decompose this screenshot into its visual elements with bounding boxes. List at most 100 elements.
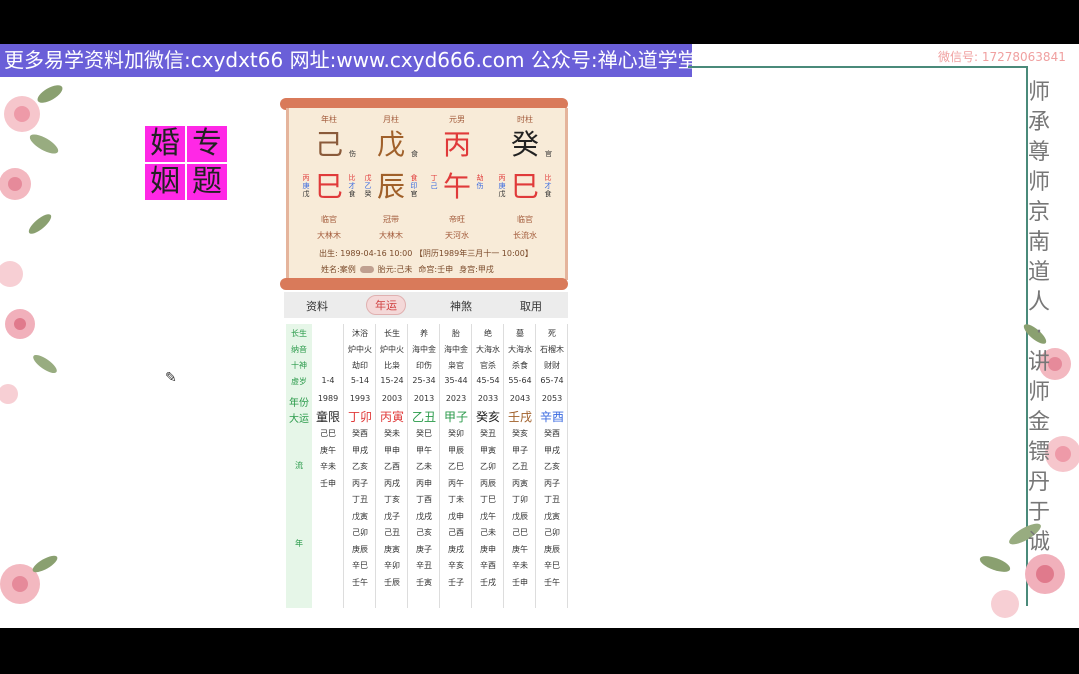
liunian-cell: 甲申 xyxy=(384,445,400,455)
table-cell: 石榴木 xyxy=(540,345,564,354)
hidden-ten-gods: 食印官 xyxy=(409,174,419,198)
table-cell: 炉中火 xyxy=(380,345,404,354)
hidden-ten-god: 食 xyxy=(544,190,552,198)
liunian-cell: 丁丑 xyxy=(544,495,560,504)
hidden-ten-god: 印 xyxy=(410,182,418,190)
age-cell: 55-64 xyxy=(508,376,532,385)
minggong-label: 命宫: xyxy=(418,265,438,274)
hidden-stem: 戊 xyxy=(302,190,310,198)
bazi-chart-paper: 年柱 月柱 元男 时柱己戊丙癸伤食官巳辰午巳丙庚戊戊乙癸丁己丙庚戊比才食食印官劫伤比才… xyxy=(286,108,568,280)
vertical-char: 镖 xyxy=(1027,440,1050,465)
liunian-cell: 己丑 xyxy=(384,528,400,537)
liunian-cell: 己卯 xyxy=(544,528,560,537)
liunian-cell: 戊寅 xyxy=(352,511,368,521)
dayun-cell: 丙寅 xyxy=(379,410,404,424)
liunian-cell: 癸卯 xyxy=(448,429,464,438)
liunian-cell: 辛卯 xyxy=(384,561,400,570)
vertical-char: 师 xyxy=(1027,80,1050,105)
dayun-cell: 壬戌 xyxy=(507,410,532,424)
age-cell: 45-54 xyxy=(476,376,500,385)
liunian-cell: 丙子 xyxy=(352,478,368,488)
liunian-cell: 乙卯 xyxy=(480,462,496,471)
liunian-cell: 癸丑 xyxy=(480,429,496,438)
tab-annual-luck[interactable]: 年运 xyxy=(366,295,406,315)
dayun-cell: 乙丑 xyxy=(411,410,436,424)
liunian-cell: 庚辰 xyxy=(544,544,560,554)
vertical-char: 师 xyxy=(1027,380,1050,405)
liunian-cell: 丙午 xyxy=(448,478,464,488)
tab-shensha[interactable]: 神煞 xyxy=(450,298,472,314)
liunian-cell: 壬子 xyxy=(448,577,464,587)
liunian-cell: 庚辰 xyxy=(352,544,368,554)
table-cell: 沐浴 xyxy=(352,329,368,338)
flower-decoration-bottom-left xyxy=(0,555,58,604)
liunian-cell: 己卯 xyxy=(352,528,368,537)
liunian-cell: 甲午 xyxy=(416,445,432,455)
liunian-cell: 己未 xyxy=(480,528,496,537)
table-cell: 大海水 xyxy=(476,345,500,354)
age-cell: 5-14 xyxy=(350,376,370,385)
hidden-ten-gods: 劫伤 xyxy=(475,174,485,190)
age-cell: 25-34 xyxy=(412,376,436,385)
taiyuan-value: 己未 xyxy=(396,265,413,274)
nayin: 天河水 xyxy=(445,231,469,240)
title-char: 姻 xyxy=(145,164,185,200)
minggong-value: 壬申 xyxy=(437,265,454,274)
liunian-cell: 辛未 xyxy=(320,462,336,471)
year-cell: 2013 xyxy=(413,394,435,403)
liunian-cell: 甲寅 xyxy=(480,445,496,455)
hidden-stem: 己 xyxy=(430,182,438,190)
year-cell: 2003 xyxy=(381,394,403,403)
table-cell: 印伤 xyxy=(416,361,432,370)
table-cell: 杀食 xyxy=(512,361,528,370)
liunian-cell: 己酉 xyxy=(448,528,464,537)
liunian-cell: 癸巳 xyxy=(416,429,432,438)
table-cell: 比枭 xyxy=(384,361,400,370)
dayun-cell: 甲子 xyxy=(443,410,468,424)
liunian-cell: 戊午 xyxy=(480,511,496,521)
vertical-char: 人 xyxy=(1027,290,1050,315)
shengong-label: 身宫: xyxy=(459,265,478,274)
liunian-cell: 辛巳 xyxy=(544,561,560,570)
liunian-cell: 癸酉 xyxy=(544,429,560,438)
liunian-cell: 庚午 xyxy=(320,445,336,455)
liunian-cell: 壬午 xyxy=(544,577,560,587)
hidden-stem: 庚 xyxy=(302,182,310,190)
nayin: 大林木 xyxy=(379,231,403,240)
bazi-app-panel: 年柱 月柱 元男 时柱己戊丙癸伤食官巳辰午巳丙庚戊戊乙癸丁己丙庚戊比才食食印官劫伤比才… xyxy=(278,98,570,608)
table-cell: 绝 xyxy=(484,329,492,338)
hidden-stems: 戊乙癸 xyxy=(363,174,373,198)
wechat-watermark: 微信号: 17278063841 xyxy=(938,50,1066,64)
nayin: 大林木 xyxy=(317,231,341,240)
liunian-cell: 壬寅 xyxy=(416,577,432,587)
table-cell: 胎 xyxy=(452,329,460,338)
liunian-cell: 乙未 xyxy=(416,462,432,471)
tab-yongshen[interactable]: 取用 xyxy=(520,298,542,314)
liunian-cell: 丁巳 xyxy=(480,495,496,504)
hidden-stem: 戊 xyxy=(364,174,372,182)
year-cell: 2023 xyxy=(445,394,467,403)
liunian-cell: 辛巳 xyxy=(352,561,368,570)
table-cell: 劫印 xyxy=(352,361,368,370)
toggle-switch[interactable] xyxy=(359,266,374,273)
liunian-cell: 己巳 xyxy=(512,528,528,537)
liunian-cell: 壬申 xyxy=(320,478,336,488)
changsheng-stage: 帝旺 xyxy=(449,215,465,224)
liunian-cell: 丙寅 xyxy=(512,478,528,488)
row-label: 虚岁 xyxy=(291,377,307,386)
liunian-cell: 丁未 xyxy=(448,495,464,504)
liunian-cell: 乙亥 xyxy=(544,462,560,471)
hidden-stem: 戊 xyxy=(498,190,506,198)
age-cell: 1-4 xyxy=(321,376,335,385)
heavenly-stem: 丙 xyxy=(442,128,471,161)
vertical-char: 师 xyxy=(1027,170,1050,195)
table-cell: 养 xyxy=(420,329,428,338)
table-cell: 枭官 xyxy=(448,361,464,370)
hidden-ten-gods: 比才食 xyxy=(347,174,357,198)
chart-info-line: 姓名:案例 胎元:己未 命宫:壬申 身宫:甲戌 xyxy=(321,264,494,275)
tab-profile[interactable]: 资料 xyxy=(306,298,328,314)
liunian-cell: 庚午 xyxy=(512,544,528,554)
topic-title: 婚 专 姻 题 xyxy=(145,126,227,200)
liunian-cell: 壬辰 xyxy=(384,577,400,587)
name-value: 案例 xyxy=(339,265,356,274)
